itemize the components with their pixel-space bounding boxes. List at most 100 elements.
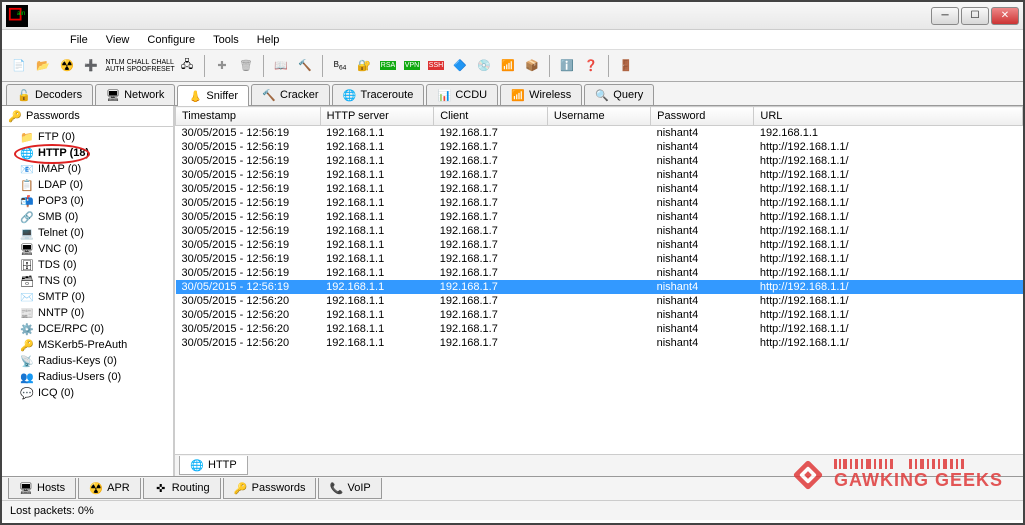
protocol-pop3[interactable]: 📬POP3 (0) bbox=[2, 193, 173, 209]
protocol-radius-keys[interactable]: 📡Radius-Keys (0) bbox=[2, 353, 173, 369]
protocol-radius-users[interactable]: 👥Radius-Users (0) bbox=[2, 369, 173, 385]
col-http-server[interactable]: HTTP server bbox=[320, 107, 434, 126]
chall-reset-icon[interactable]: CHALLRESET bbox=[152, 55, 174, 77]
table-row[interactable]: 30/05/2015 - 12:56:19192.168.1.1192.168.… bbox=[176, 182, 1023, 196]
footer-tabs: 🖥Hosts☢️APR✜Routing🔑Passwords📞VoIP bbox=[2, 476, 1023, 500]
table-row[interactable]: 30/05/2015 - 12:56:20192.168.1.1192.168.… bbox=[176, 322, 1023, 336]
table-row[interactable]: 30/05/2015 - 12:56:19192.168.1.1192.168.… bbox=[176, 140, 1023, 154]
protocol-ftp[interactable]: 📁FTP (0) bbox=[2, 129, 173, 145]
http-icon: 🌐 bbox=[190, 458, 204, 472]
table-row[interactable]: 30/05/2015 - 12:56:19192.168.1.1192.168.… bbox=[176, 252, 1023, 266]
tab-cracker[interactable]: 🔨Cracker bbox=[251, 84, 330, 105]
bottom-tab-http[interactable]: 🌐 HTTP bbox=[179, 456, 248, 475]
tab-wireless[interactable]: 📶Wireless bbox=[500, 84, 582, 105]
protocol-smtp[interactable]: ✉️SMTP (0) bbox=[2, 289, 173, 305]
protocol-tds[interactable]: 🗄TDS (0) bbox=[2, 257, 173, 273]
protocol-icon: 🗃 bbox=[20, 274, 34, 288]
nic-icon[interactable]: 🖧 bbox=[176, 55, 198, 77]
table-row[interactable]: 30/05/2015 - 12:56:19192.168.1.1192.168.… bbox=[176, 196, 1023, 210]
exit-icon[interactable]: 🚪 bbox=[615, 55, 637, 77]
table-row[interactable]: 30/05/2015 - 12:56:20192.168.1.1192.168.… bbox=[176, 308, 1023, 322]
protocol-nntp[interactable]: 📰NNTP (0) bbox=[2, 305, 173, 321]
table-row[interactable]: 30/05/2015 - 12:56:19192.168.1.1192.168.… bbox=[176, 266, 1023, 280]
col-password[interactable]: Password bbox=[651, 107, 754, 126]
decoder-icon: 🔓 bbox=[17, 88, 31, 102]
table-row[interactable]: 30/05/2015 - 12:56:19192.168.1.1192.168.… bbox=[176, 238, 1023, 252]
hash-icon[interactable]: 🔐 bbox=[353, 55, 375, 77]
chall-spoof-icon[interactable]: CHALLSPOOF bbox=[128, 55, 150, 77]
help-icon[interactable]: ❓ bbox=[580, 55, 602, 77]
plus-icon[interactable]: ➕ bbox=[80, 55, 102, 77]
wifi-icon[interactable]: 📶 bbox=[497, 55, 519, 77]
protocol-ldap[interactable]: 📋LDAP (0) bbox=[2, 177, 173, 193]
protocol-icon: 📧 bbox=[20, 162, 34, 176]
minimize-button[interactable]: ─ bbox=[931, 7, 959, 25]
info-icon[interactable]: ℹ️ bbox=[556, 55, 578, 77]
footer-tab-hosts[interactable]: 🖥Hosts bbox=[8, 478, 76, 499]
col-username[interactable]: Username bbox=[547, 107, 650, 126]
open-icon[interactable]: 📂 bbox=[32, 55, 54, 77]
protocol-icon: 🔗 bbox=[20, 210, 34, 224]
protocol-vnc[interactable]: 🖥VNC (0) bbox=[2, 241, 173, 257]
protocol-http[interactable]: 🌐HTTP (18) bbox=[2, 145, 173, 161]
titlebar: ain ─ ☐ ✕ bbox=[2, 2, 1023, 30]
ntlm-auth-icon[interactable]: NTLMAUTH bbox=[104, 55, 126, 77]
query-icon: 🔍 bbox=[595, 88, 609, 102]
tab-decoders[interactable]: 🔓Decoders bbox=[6, 84, 93, 105]
new-icon[interactable]: 📄 bbox=[8, 55, 30, 77]
col-timestamp[interactable]: Timestamp bbox=[176, 107, 321, 126]
tab-traceroute[interactable]: 🌐Traceroute bbox=[332, 84, 425, 105]
protocol-dce/rpc[interactable]: ⚙️DCE/RPC (0) bbox=[2, 321, 173, 337]
apr-icon: ☢️ bbox=[89, 481, 103, 495]
protocol-smb[interactable]: 🔗SMB (0) bbox=[2, 209, 173, 225]
protocol-imap[interactable]: 📧IMAP (0) bbox=[2, 161, 173, 177]
password-grid[interactable]: TimestampHTTP serverClientUsernamePasswo… bbox=[175, 106, 1023, 454]
table-row[interactable]: 30/05/2015 - 12:56:19192.168.1.1192.168.… bbox=[176, 154, 1023, 168]
table-row[interactable]: 30/05/2015 - 12:56:20192.168.1.1192.168.… bbox=[176, 294, 1023, 308]
table-row[interactable]: 30/05/2015 - 12:56:19192.168.1.1192.168.… bbox=[176, 210, 1023, 224]
footer-tab-routing[interactable]: ✜Routing bbox=[143, 478, 221, 499]
add-icon[interactable]: ✚ bbox=[211, 55, 233, 77]
protocol-telnet[interactable]: 💻Telnet (0) bbox=[2, 225, 173, 241]
cisco-icon[interactable]: 🔷 bbox=[449, 55, 471, 77]
remove-icon[interactable]: 🗑 bbox=[235, 55, 257, 77]
protocol-tree[interactable]: 📁FTP (0)🌐HTTP (18)📧IMAP (0)📋LDAP (0)📬POP… bbox=[2, 127, 173, 476]
protocol-icon: 📰 bbox=[20, 306, 34, 320]
footer-tab-apr[interactable]: ☢️APR bbox=[78, 478, 141, 499]
bottom-tabbar: 🌐 HTTP bbox=[175, 454, 1023, 476]
tab-sniffer[interactable]: 👃Sniffer bbox=[177, 85, 249, 106]
menu-file[interactable]: File bbox=[62, 32, 96, 48]
brute-icon[interactable]: 🔨 bbox=[294, 55, 316, 77]
protocol-icon: 🌐 bbox=[20, 146, 34, 160]
menu-tools[interactable]: Tools bbox=[205, 32, 247, 48]
tab-ccdu[interactable]: 📊CCDU bbox=[426, 84, 498, 105]
dict-icon[interactable]: 📖 bbox=[270, 55, 292, 77]
disk-icon[interactable]: 💿 bbox=[473, 55, 495, 77]
tab-network[interactable]: 🖥Network bbox=[95, 84, 175, 105]
table-row[interactable]: 30/05/2015 - 12:56:19192.168.1.1192.168.… bbox=[176, 280, 1023, 294]
ssh-icon[interactable]: SSH bbox=[425, 55, 447, 77]
table-row[interactable]: 30/05/2015 - 12:56:19192.168.1.1192.168.… bbox=[176, 126, 1023, 141]
col-client[interactable]: Client bbox=[434, 107, 548, 126]
vpn-icon[interactable]: VPN bbox=[401, 55, 423, 77]
footer-tab-voip[interactable]: 📞VoIP bbox=[318, 478, 381, 499]
menu-view[interactable]: View bbox=[98, 32, 138, 48]
protocol-icq[interactable]: 💬ICQ (0) bbox=[2, 385, 173, 401]
sidebar-header: 🔑 Passwords bbox=[2, 106, 173, 127]
table-row[interactable]: 30/05/2015 - 12:56:20192.168.1.1192.168.… bbox=[176, 336, 1023, 350]
protocol-mskerb5-preauth[interactable]: 🔑MSKerb5-PreAuth bbox=[2, 337, 173, 353]
box-icon[interactable]: 📦 bbox=[521, 55, 543, 77]
b64-icon[interactable]: B64 bbox=[329, 55, 351, 77]
col-url[interactable]: URL bbox=[754, 107, 1023, 126]
radiation-icon[interactable]: ☢️ bbox=[56, 55, 78, 77]
menu-configure[interactable]: Configure bbox=[139, 32, 203, 48]
maximize-button[interactable]: ☐ bbox=[961, 7, 989, 25]
tab-query[interactable]: 🔍Query bbox=[584, 84, 654, 105]
close-button[interactable]: ✕ bbox=[991, 7, 1019, 25]
menu-help[interactable]: Help bbox=[249, 32, 288, 48]
footer-tab-passwords[interactable]: 🔑Passwords bbox=[223, 478, 317, 499]
protocol-tns[interactable]: 🗃TNS (0) bbox=[2, 273, 173, 289]
table-row[interactable]: 30/05/2015 - 12:56:19192.168.1.1192.168.… bbox=[176, 224, 1023, 238]
table-row[interactable]: 30/05/2015 - 12:56:19192.168.1.1192.168.… bbox=[176, 168, 1023, 182]
rsa-icon[interactable]: RSA bbox=[377, 55, 399, 77]
